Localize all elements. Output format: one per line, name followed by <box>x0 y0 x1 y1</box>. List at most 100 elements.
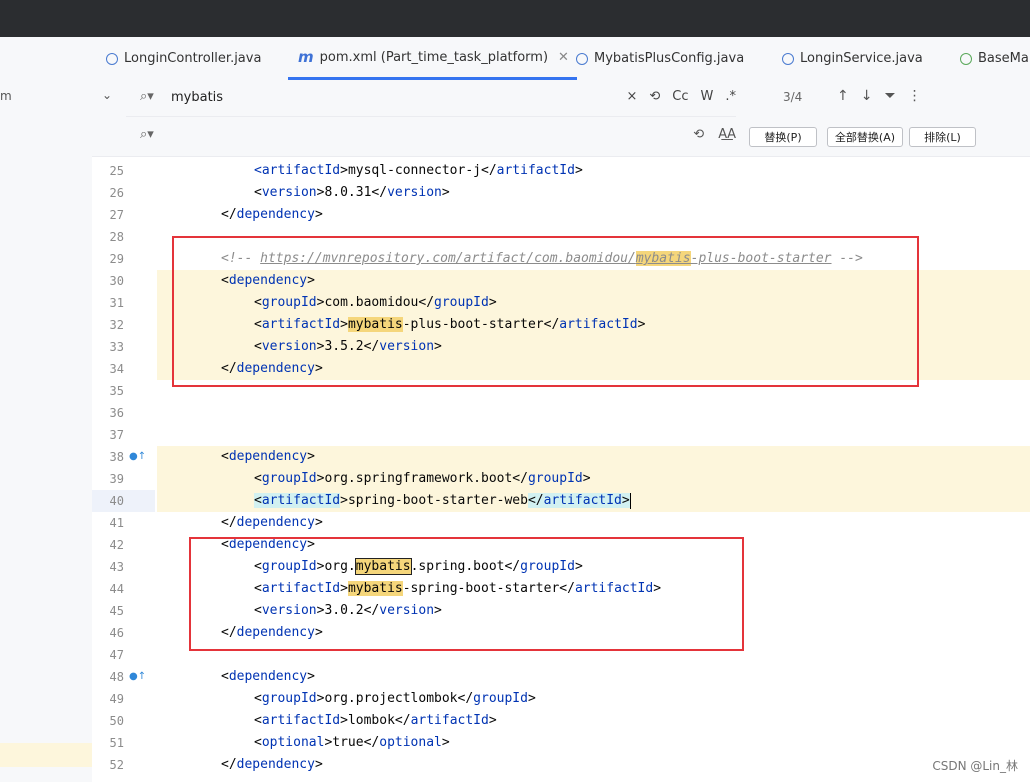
line-number: 29 <box>109 252 124 266</box>
code-line[interactable]: 38 ●↑ <dependency> <box>92 446 1030 468</box>
code-text: </dependency> <box>221 754 323 776</box>
code-token: < <box>221 669 229 684</box>
search-input[interactable]: mybatis <box>171 90 223 105</box>
clear-icon[interactable]: × <box>626 89 637 104</box>
code-text: </dependency> <box>221 204 323 226</box>
exclude-button[interactable]: 排除(L) <box>909 127 976 147</box>
code-line[interactable]: 52 </dependency> <box>92 754 1030 776</box>
match-count: 3/4 <box>783 90 803 104</box>
code-token: </ <box>394 713 411 728</box>
override-gutter-icon[interactable]: ●↑ <box>129 671 146 682</box>
code-token: < <box>254 471 262 486</box>
override-gutter-icon[interactable]: ●↑ <box>129 451 146 462</box>
class-icon <box>782 52 794 65</box>
code-token: org.projectlombok <box>324 691 458 706</box>
xml-tag-name: artifactId <box>410 713 489 728</box>
code-text: <artifactId>spring-boot-starter-web</art… <box>254 490 631 512</box>
preserve-case-toggle[interactable]: A͟A <box>718 127 736 142</box>
code-token: </ <box>481 163 497 178</box>
line-number: 25 <box>109 164 124 178</box>
watermark: CSDN @Lin_林 <box>932 759 1018 773</box>
project-tree-fragment[interactable]: m <box>0 89 12 103</box>
previous-match-icon[interactable]: ↑ <box>837 88 849 104</box>
tab-label: LonginController.java <box>124 51 262 66</box>
code-token: </ <box>221 515 237 530</box>
code-line[interactable]: 48 ●↑ <dependency> <box>92 666 1030 688</box>
replace-options: ⟲ A͟A <box>693 127 736 142</box>
selected-tree-row[interactable] <box>0 743 92 767</box>
search-options: × ⟲ Cc W .* <box>626 89 736 104</box>
xml-tag-name: dependency <box>236 207 315 222</box>
match-case-toggle[interactable]: Cc <box>672 89 688 104</box>
tab-pom-xml[interactable]: m pom.xml (Part_time_task_platform) ✕ <box>288 37 577 80</box>
xml-tag-name: optional <box>379 735 442 750</box>
replace-button[interactable]: 替换(P) <box>749 127 817 147</box>
tab-label: MybatisPlusConfig.java <box>594 51 745 66</box>
close-tab-icon[interactable]: ✕ <box>558 50 569 65</box>
code-token: > <box>574 163 583 178</box>
regex-toggle[interactable]: .* <box>725 89 736 104</box>
filter-icon[interactable]: ⏷ <box>884 88 895 104</box>
line-number: 32 <box>109 318 124 332</box>
code-token: < <box>254 735 262 750</box>
xml-tag-name: < <box>254 493 262 508</box>
code-token: > <box>340 493 348 508</box>
code-line[interactable]: 37 <box>92 424 1030 446</box>
code-token: > <box>441 185 450 200</box>
history-icon[interactable]: ⟲ <box>649 89 660 104</box>
class-icon <box>576 52 588 65</box>
code-line[interactable]: 39 <groupId>org.springframework.boot</gro… <box>92 468 1030 490</box>
code-text: <dependency> <box>221 666 315 688</box>
replace-all-button[interactable]: 全部替换(A) <box>827 127 903 147</box>
replace-history-icon[interactable]: ⟲ <box>693 127 704 142</box>
more-options-icon[interactable]: ⋮ <box>908 88 922 104</box>
next-match-icon[interactable]: ↓ <box>861 88 873 104</box>
xml-tag-name: artifactId <box>261 163 341 178</box>
title-bar <box>0 0 1030 37</box>
tab-mybatisplus-config[interactable]: MybatisPlusConfig.java <box>576 37 744 80</box>
search-icon[interactable]: ⌕▾ <box>140 89 154 104</box>
code-line[interactable]: 51 <optional>true</optional> <box>92 732 1030 754</box>
code-token: spring-boot-starter-web <box>347 493 528 508</box>
tab-label: pom.xml (Part_time_task_platform) <box>319 49 549 65</box>
xml-tag-name: artifactId <box>543 493 622 508</box>
replace-row: ⌕▾ ⟲ A͟A <box>126 117 736 155</box>
xml-tag-name: version <box>261 185 317 200</box>
xml-tag-name: optional <box>261 735 325 750</box>
code-line[interactable]: 27 </dependency> <box>92 204 1030 226</box>
xml-tag-name: dependency <box>236 515 315 530</box>
code-line[interactable]: 25 <artifactId>mysql-connector-j</artifac… <box>92 160 1030 182</box>
replace-search-icon[interactable]: ⌕▾ <box>140 127 154 142</box>
annotation-box <box>172 236 919 387</box>
code-token: < <box>221 449 229 464</box>
xml-tag-name: </ <box>527 493 544 508</box>
xml-tag-name: groupId <box>261 471 317 486</box>
xml-tag-name: groupId <box>527 471 583 486</box>
tab-longin-controller[interactable]: LonginController.java <box>106 37 261 80</box>
line-number: 33 <box>109 340 124 354</box>
editor-tabs: LonginController.java m pom.xml (Part_ti… <box>92 37 1030 81</box>
code-line[interactable]: 50 <artifactId>lombok</artifactId> <box>92 710 1030 732</box>
tab-longin-service[interactable]: LonginService.java <box>782 37 923 80</box>
xml-tag-name: groupId <box>261 691 317 706</box>
code-line[interactable]: 40 <artifactId>spring-boot-starter-web</a… <box>92 490 1030 512</box>
line-number: 41 <box>109 516 124 530</box>
code-token: mysql-connector-j <box>347 163 481 178</box>
code-line[interactable]: 26 <version>8.0.31</version> <box>92 182 1030 204</box>
code-line[interactable]: 49 <groupId>org.projectlombok</groupId> <box>92 688 1030 710</box>
xml-tag-name: artifactId <box>261 713 341 728</box>
line-number: 52 <box>109 758 124 772</box>
code-line[interactable]: 36 <box>92 402 1030 424</box>
code-token: > <box>582 471 591 486</box>
code-token: </ <box>221 757 237 772</box>
tab-basemap[interactable]: BaseMap <box>960 37 1030 80</box>
line-number: 47 <box>109 648 124 662</box>
line-number: 48 <box>109 670 124 684</box>
code-line[interactable]: 41 </dependency> <box>92 512 1030 534</box>
chevron-down-icon[interactable]: ⌄ <box>102 88 112 102</box>
whole-word-toggle[interactable]: W <box>701 89 714 104</box>
code-token: </ <box>363 735 380 750</box>
line-number: 51 <box>109 736 124 750</box>
line-number: 26 <box>109 186 124 200</box>
find-row: ⌕▾ mybatis × ⟲ Cc W .* <box>126 80 736 117</box>
